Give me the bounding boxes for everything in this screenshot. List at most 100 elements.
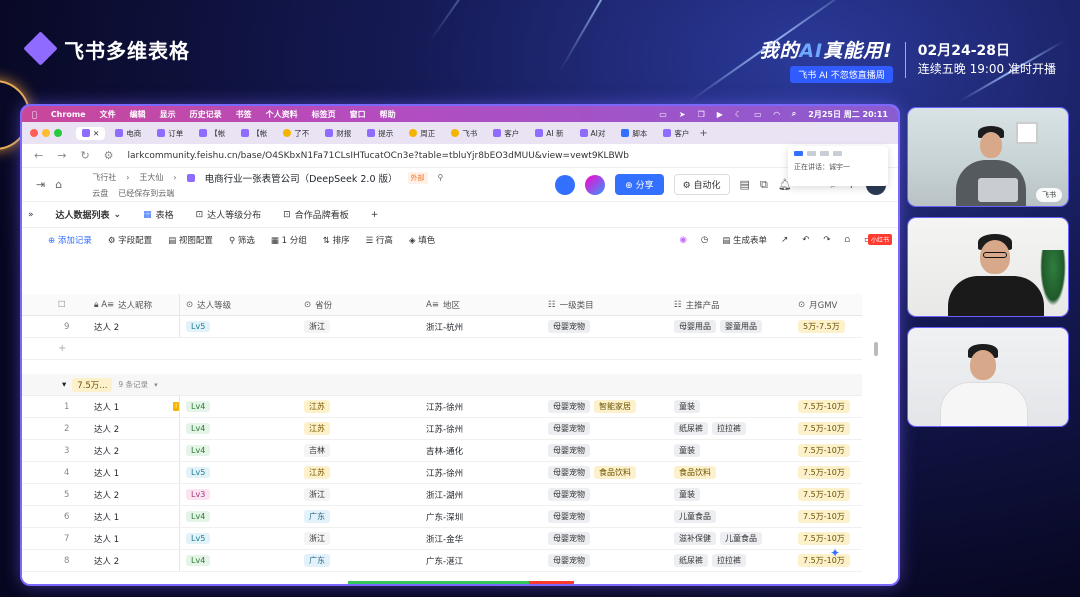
browser-tab[interactable]: AI对 [574,126,612,141]
share-view-icon[interactable]: ↗ [781,235,788,245]
cell-category[interactable]: 母婴宠物 [542,440,668,461]
cell-level[interactable]: Lv3 [180,484,298,505]
table-row[interactable]: 1 达人 1! Lv4 江苏 江苏-徐州 母婴宠物 智能家居 童装 7.5万-10万 [22,396,862,418]
browser-tab[interactable]: 财报 [319,126,357,141]
cell-product[interactable]: 食品饮料 [668,462,792,483]
cell-category[interactable]: 母婴宠物 智能家居 [542,396,668,417]
col-header-name[interactable]: 🔒︎ A≡ 达人昵称 [88,294,180,315]
cell-area[interactable]: 广东-深圳 [420,506,542,527]
cell-level[interactable]: Lv4 [180,440,298,461]
crumb-workspace[interactable]: 飞行社 [92,172,116,183]
cell-area[interactable]: 江苏-徐州 [420,418,542,439]
cell-province[interactable]: 广东 [298,550,420,571]
menu-edit[interactable]: 编辑 [130,109,146,120]
menu-window[interactable]: 窗口 [350,109,366,120]
cell-product[interactable]: 儿童食品 [668,506,792,527]
window-icon[interactable]: ❐ [698,110,705,119]
close-window-button[interactable] [30,129,38,137]
cell-category[interactable]: 母婴宠物 [542,528,668,549]
minimize-window-button[interactable] [42,129,50,137]
col-header-level[interactable]: ⊙ 达人等级 [180,294,298,315]
browser-tab[interactable]: 【帐 [235,126,273,141]
caret-down-icon[interactable]: ▾ [62,380,66,390]
play-icon[interactable]: ▶ [717,110,723,119]
apple-icon[interactable]:  [32,110,37,119]
browser-tab[interactable]: 电商 [109,126,147,141]
undo-icon[interactable]: ↶ [802,235,809,245]
cell-gmv[interactable]: 5万-7.5万 [792,316,862,337]
cell-province[interactable]: 江苏 [298,462,420,483]
site-settings-icon[interactable]: ⚙ [104,149,114,162]
table-row[interactable]: 2 达人 2 Lv4 江苏 江苏-徐州 母婴宠物 纸尿裤 拉拉裤 7.5万-10万 [22,418,862,440]
forward-icon[interactable]: → [57,149,66,162]
history-icon[interactable]: ◷ [701,235,708,245]
cell-product[interactable]: 童装 [668,484,792,505]
menu-help[interactable]: 帮助 [380,109,396,120]
add-record-button[interactable]: ⊕ 添加记录 [48,234,92,246]
cell-gmv[interactable]: 7.5万-10万 [792,440,862,461]
browser-tab[interactable]: 飞书 [445,126,483,141]
cell-province[interactable]: 浙江 [298,316,420,337]
browser-tab[interactable]: 周正 [403,126,441,141]
horizontal-scrollbar[interactable] [348,581,574,584]
ai-icon[interactable]: ◉ [679,235,686,245]
automation-button[interactable]: ⚙ 自动化 [673,174,730,195]
cell-area[interactable]: 浙江-湖州 [420,484,542,505]
menu-chrome[interactable]: Chrome [51,110,86,119]
doc-title[interactable]: 电商行业一张表管公司（DeepSeek 2.0 版） [205,171,398,185]
add-view-icon[interactable]: + [371,210,379,220]
maximize-window-button[interactable] [54,129,62,137]
col-header-area[interactable]: A≡ 地区 [420,294,542,315]
cell-province[interactable]: 吉林 [298,440,420,461]
menu-view[interactable]: 显示 [160,109,176,120]
col-header-gmv[interactable]: ⊙ 月GMV [792,294,862,315]
table-row[interactable]: 7 达人 1 Lv5 浙江 浙江-金华 母婴宠物 滋补保健 儿童食品 7.5万-10万 [22,528,862,550]
cell-name[interactable]: 达人 2 [88,440,180,461]
table-row[interactable]: 9 达人 2 Lv5 浙江 浙江-杭州 母婴宠物 母婴用品 婴童用品 5万-7.5万 [22,316,862,338]
col-header-product[interactable]: ☷ 主推产品 [668,294,792,315]
tab-grid-view[interactable]: ▦ 表格 [143,208,174,222]
cell-gmv[interactable]: 7.5万-10万 [792,418,862,439]
close-icon[interactable]: ✕ [93,129,99,138]
menu-profiles[interactable]: 个人资料 [266,109,298,120]
cell-name[interactable]: 达人 2 [88,550,180,571]
cell-gmv[interactable]: 7.5万-10万 [792,506,862,527]
cell-name[interactable]: 达人 1 [88,462,180,483]
cell-level[interactable]: Lv4 [180,550,298,571]
col-header-province[interactable]: ⊙ 省份 [298,294,420,315]
cell-level[interactable]: Lv5 [180,528,298,549]
cell-level[interactable]: Lv4 [180,506,298,527]
cell-category[interactable]: 母婴宠物 [542,506,668,527]
moon-icon[interactable]: ☾ [735,110,742,119]
cell-area[interactable]: 江苏-徐州 [420,396,542,417]
table-row[interactable]: 3 达人 2 Lv4 吉林 吉林-通化 母婴宠物 童装 7.5万-10万 [22,440,862,462]
cell-gmv[interactable]: 7.5万-10万 [792,550,862,571]
table-row[interactable]: 5 达人 2 Lv3 浙江 浙江-湖州 母婴宠物 童装 7.5万-10万 [22,484,862,506]
table-row[interactable]: 4 达人 1 Lv5 江苏 江苏-徐州 母婴宠物 食品饮料 食品饮料 7.5万-10万 [22,462,862,484]
cell-gmv[interactable]: 7.5万-10万 [792,484,862,505]
cell-province[interactable]: 广东 [298,506,420,527]
pointer-icon[interactable]: ➤ [679,110,686,119]
browser-tab[interactable]: 【帐 [193,126,231,141]
cell-name[interactable]: 达人 2 [88,316,180,337]
avatar[interactable] [555,174,576,195]
cell-product[interactable]: 纸尿裤 拉拉裤 [668,550,792,571]
field-config-button[interactable]: ⚙ 字段配置 [108,234,152,246]
table-row[interactable]: 6 达人 1 Lv4 广东 广东-深圳 母婴宠物 儿童食品 7.5万-10万 [22,506,862,528]
xhs-badge[interactable]: 小红书 [867,234,892,245]
row-height-button[interactable]: ☰ 行高 [366,234,393,246]
cell-product[interactable]: 纸尿裤 拉拉裤 [668,418,792,439]
cell-level[interactable]: Lv4 [180,418,298,439]
url-field[interactable]: larkcommunity.feishu.cn/base/O4SKbxN1Fa7… [128,151,629,161]
sparkle-icon[interactable]: ✦ [830,546,840,560]
table-row[interactable]: 8 达人 2 Lv4 广东 广东-湛江 母婴宠物 纸尿裤 拉拉裤 7.5万-10万 [22,550,862,572]
menu-bookmarks[interactable]: 书签 [236,109,252,120]
cell-product[interactable]: 童装 [668,440,792,461]
collapse-icon[interactable]: » [28,210,34,220]
cell-name[interactable]: 达人 1! [88,396,180,417]
sort-button[interactable]: ⇅ 排序 [323,234,350,246]
avatar[interactable] [585,174,606,195]
battery-icon[interactable]: ▭ [754,110,762,119]
generate-form-button[interactable]: ▤ 生成表单 [722,234,767,246]
menu-file[interactable]: 文件 [100,109,116,120]
